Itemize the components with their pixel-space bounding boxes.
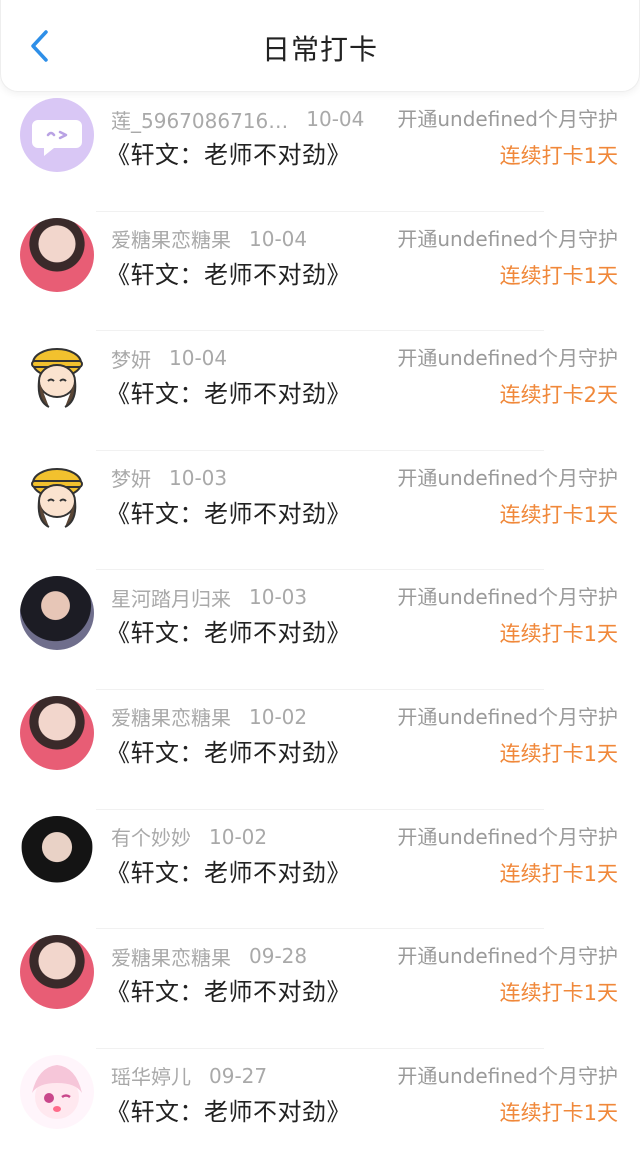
book-title[interactable]: 《轩文：老师不对劲》 (106, 138, 351, 172)
meta-line: 星河踏月归来 10-03 (111, 582, 307, 612)
checkin-date: 10-03 (249, 585, 308, 610)
guard-text: 开通undefined个月守护 (397, 226, 618, 251)
checkin-date: 10-04 (306, 107, 365, 131)
guard-text: 开通undefined个月守护 (397, 465, 618, 490)
guard-text: 开通undefined个月守护 (397, 704, 618, 729)
checkin-date: 10-02 (209, 824, 268, 849)
list-item[interactable]: 爱糖果恋糖果 10-02 开通undefined个月守护 《轩文：老师不对劲》 … (0, 690, 640, 810)
user-avatar-photo[interactable] (20, 935, 94, 1010)
user-avatar-photo[interactable] (20, 695, 94, 770)
book-title[interactable]: 《轩文：老师不对劲》 (106, 258, 351, 292)
top-bar: 日常打卡 (0, 0, 640, 92)
book-title[interactable]: 《轩文：老师不对劲》 (106, 736, 351, 770)
list-item[interactable]: 爱糖果恋糖果 09-28 开通undefined个月守护 《轩文：老师不对劲》 … (0, 929, 640, 1049)
user-name[interactable]: 爱糖果恋糖果 (111, 702, 231, 731)
streak-text: 连续打卡2天 (499, 383, 618, 408)
guard-text: 开通undefined个月守护 (397, 1063, 618, 1088)
streak-text: 连续打卡1天 (499, 144, 618, 168)
anime-avatar[interactable] (20, 1054, 94, 1129)
checkin-date: 09-28 (249, 944, 308, 969)
meta-line: 瑶华婷儿 09-27 (111, 1061, 267, 1091)
streak-text: 连续打卡1天 (499, 1100, 618, 1125)
guard-text: 开通undefined个月守护 (397, 585, 618, 610)
user-name[interactable]: 爱糖果恋糖果 (111, 224, 231, 253)
list-item[interactable]: 瑶华婷儿 09-27 开通undefined个月守护 《轩文：老师不对劲》 连续… (0, 1049, 640, 1168)
streak-text: 连续打卡1天 (499, 981, 618, 1006)
book-title[interactable]: 《轩文：老师不对劲》 (106, 1095, 351, 1129)
meta-line: 爱糖果恋糖果 10-02 (111, 702, 307, 732)
list-item[interactable]: 莲_5967086716… 10-04 开通undefined个月守护 《轩文：… (0, 92, 640, 212)
guard-text: 开通undefined个月守护 (397, 824, 618, 849)
user-name[interactable]: 梦妍 (111, 463, 151, 492)
meta-line: 有个妙妙 10-02 (111, 822, 267, 852)
meta-line: 爱糖果恋糖果 10-04 (111, 224, 307, 254)
cartoon-hat-avatar[interactable] (20, 456, 94, 531)
user-avatar-photo[interactable] (20, 576, 94, 651)
checkin-date: 09-27 (209, 1063, 268, 1088)
streak-text: 连续打卡1天 (499, 861, 618, 886)
user-name[interactable]: 莲_5967086716… (111, 105, 288, 134)
meta-line: 爱糖果恋糖果 09-28 (111, 941, 307, 971)
guard-text: 开通undefined个月守护 (397, 944, 618, 969)
list-item[interactable]: 爱糖果恋糖果 10-04 开通undefined个月守护 《轩文：老师不对劲》 … (0, 212, 640, 332)
streak-text: 连续打卡1天 (499, 622, 618, 647)
streak-text: 连续打卡1天 (499, 263, 618, 288)
list-item[interactable]: 有个妙妙 10-02 开通undefined个月守护 《轩文：老师不对劲》 连续… (0, 810, 640, 930)
user-name[interactable]: 星河踏月归来 (111, 583, 231, 612)
user-name[interactable]: 有个妙妙 (111, 822, 191, 851)
user-name[interactable]: 梦妍 (111, 344, 151, 373)
guard-text: 开通undefined个月守护 (397, 346, 618, 371)
book-title[interactable]: 《轩文：老师不对劲》 (106, 975, 351, 1009)
cartoon-hat-avatar[interactable] (20, 337, 94, 412)
checkin-date: 10-03 (169, 465, 228, 490)
checkin-date: 10-04 (169, 346, 228, 371)
user-name[interactable]: 爱糖果恋糖果 (111, 942, 231, 971)
list-item[interactable]: 梦妍 10-03 开通undefined个月守护 《轩文：老师不对劲》 连续打卡… (0, 451, 640, 571)
checkin-date: 10-02 (249, 704, 308, 729)
meta-line: 梦妍 10-03 (111, 463, 227, 493)
list-item[interactable]: 星河踏月归来 10-03 开通undefined个月守护 《轩文：老师不对劲》 … (0, 570, 640, 690)
guard-text: 开通undefined个月守护 (397, 107, 618, 131)
page-title: 日常打卡 (261, 33, 378, 66)
book-title[interactable]: 《轩文：老师不对劲》 (106, 856, 351, 890)
streak-text: 连续打卡1天 (499, 502, 618, 527)
checkin-date: 10-04 (249, 226, 308, 251)
user-avatar-photo[interactable] (20, 815, 94, 890)
checkin-list: 莲_5967086716… 10-04 开通undefined个月守护 《轩文：… (0, 92, 640, 1168)
meta-line: 梦妍 10-04 (111, 343, 227, 373)
book-title[interactable]: 《轩文：老师不对劲》 (106, 377, 351, 411)
book-title[interactable]: 《轩文：老师不对劲》 (106, 497, 351, 531)
book-title[interactable]: 《轩文：老师不对劲》 (106, 616, 351, 650)
user-avatar-photo[interactable] (20, 217, 94, 292)
chat-bubble-avatar[interactable] (20, 98, 94, 172)
streak-text: 连续打卡1天 (499, 741, 618, 766)
user-name[interactable]: 瑶华婷儿 (111, 1061, 191, 1090)
list-item[interactable]: 梦妍 10-04 开通undefined个月守护 《轩文：老师不对劲》 连续打卡… (0, 331, 640, 451)
meta-line: 莲_5967086716… 10-04 (111, 104, 364, 134)
